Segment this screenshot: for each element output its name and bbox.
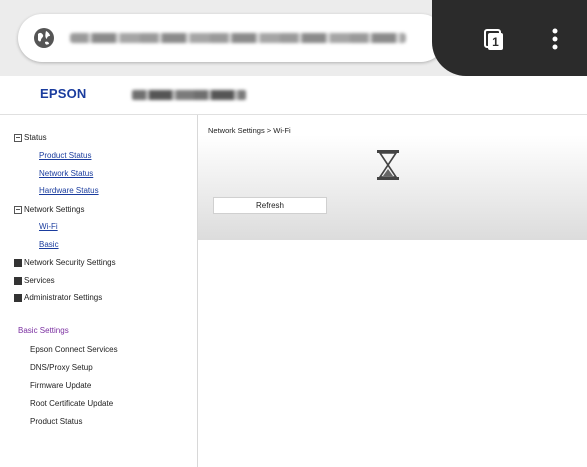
- menu-firmware-update[interactable]: Firmware Update: [30, 381, 91, 390]
- basic-settings-title: Basic Settings: [18, 326, 69, 335]
- link-hardware-status[interactable]: Hardware Status: [39, 186, 99, 195]
- expand-icon[interactable]: [14, 276, 22, 285]
- tree-network-settings[interactable]: Network Settings: [14, 205, 84, 214]
- main-content: Network Settings > Wi-Fi Refresh: [198, 115, 587, 467]
- link-wifi[interactable]: Wi-Fi: [39, 222, 58, 231]
- browser-toolbar: 1: [0, 0, 587, 76]
- tree-network-security-label: Network Security Settings: [24, 258, 116, 267]
- address-bar[interactable]: [18, 14, 445, 62]
- tree-network-security[interactable]: Network Security Settings: [14, 258, 116, 267]
- link-product-status[interactable]: Product Status: [39, 151, 91, 160]
- refresh-button[interactable]: Refresh: [213, 197, 327, 214]
- hourglass-icon: [377, 150, 399, 180]
- breadcrumb: Network Settings > Wi-Fi: [208, 126, 291, 135]
- globe-icon: [34, 28, 54, 48]
- menu-dns-proxy[interactable]: DNS/Proxy Setup: [30, 363, 93, 372]
- link-basic[interactable]: Basic: [39, 240, 59, 249]
- collapse-icon[interactable]: [14, 205, 22, 214]
- tree-administrator[interactable]: Administrator Settings: [14, 293, 102, 302]
- expand-icon[interactable]: [14, 258, 22, 267]
- url-text[interactable]: [70, 33, 406, 43]
- printer-model-name: [132, 90, 246, 100]
- tree-services[interactable]: Services: [14, 276, 55, 285]
- collapse-icon[interactable]: [14, 133, 22, 142]
- tree-status[interactable]: Status: [14, 133, 47, 142]
- app-header: EPSON: [0, 76, 587, 115]
- menu-root-certificate[interactable]: Root Certificate Update: [30, 399, 113, 408]
- expand-icon[interactable]: [14, 293, 22, 302]
- tree-status-label: Status: [24, 133, 47, 142]
- link-network-status[interactable]: Network Status: [39, 169, 93, 178]
- tree-services-label: Services: [24, 276, 55, 285]
- menu-epson-connect[interactable]: Epson Connect Services: [30, 345, 118, 354]
- more-vert-icon[interactable]: [551, 27, 559, 51]
- tabs-icon[interactable]: 1: [482, 28, 506, 52]
- tree-administrator-label: Administrator Settings: [24, 293, 103, 302]
- sidebar: Status Product Status Network Status Har…: [0, 115, 198, 467]
- menu-product-status[interactable]: Product Status: [30, 417, 82, 426]
- tab-count: 1: [492, 35, 499, 49]
- browser-actions-area: [432, 0, 587, 76]
- tree-network-settings-label: Network Settings: [24, 205, 85, 214]
- epson-logo: EPSON: [40, 86, 87, 101]
